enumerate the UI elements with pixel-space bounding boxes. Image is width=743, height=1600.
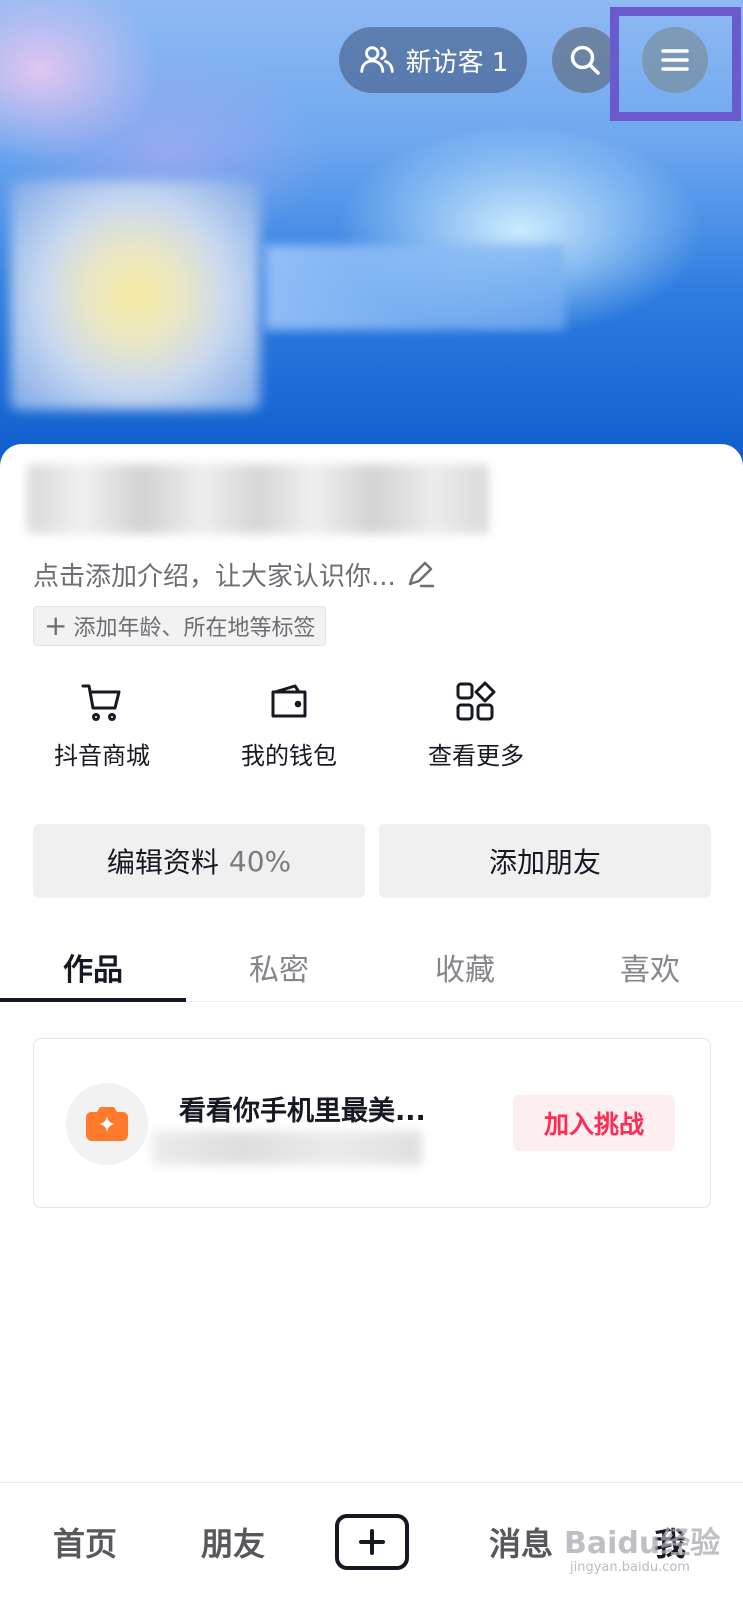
top-actions: 新访客 1 (0, 27, 743, 93)
people-icon (359, 46, 394, 73)
challenge-title: 看看你手机里最美... (179, 1096, 426, 1127)
challenge-icon-badge (66, 1083, 148, 1165)
shortcut-mall-label: 抖音商城 (54, 742, 150, 770)
shortcut-wallet[interactable]: 我的钱包 (234, 680, 344, 771)
profile-name-blurred (265, 245, 565, 330)
shortcut-wallet-label: 我的钱包 (241, 742, 337, 770)
tab-private-label: 私密 (249, 953, 309, 988)
tab-works[interactable]: 作品 (0, 932, 186, 1002)
create-plus-box (335, 1514, 409, 1570)
add-friends-label: 添加朋友 (488, 846, 601, 879)
hamburger-menu-icon (661, 49, 689, 71)
camera-sparkle-icon (86, 1107, 128, 1141)
shortcut-more[interactable]: 查看更多 (421, 680, 531, 771)
tab-likes-label: 喜欢 (620, 953, 680, 988)
nav-friends[interactable]: 朋友 (178, 1483, 288, 1600)
add-tags-chip[interactable]: + 添加年龄、所在地等标签 (33, 606, 327, 646)
add-tags-label: 添加年龄、所在地等标签 (73, 616, 316, 641)
plus-icon: + (44, 609, 68, 642)
join-challenge-button[interactable]: 加入挑战 (513, 1095, 675, 1151)
wallet-icon (271, 684, 307, 718)
avatar[interactable] (10, 180, 260, 410)
challenge-card[interactable]: 看看你手机里最美... 加入挑战 (33, 1038, 711, 1208)
tab-works-label: 作品 (63, 953, 123, 988)
shortcut-row: 抖音商城 我的钱包 查看更多 (0, 680, 743, 780)
bio-edit[interactable]: 点击添加介绍，让大家认识你... (33, 556, 438, 593)
tab-favorites-label: 收藏 (435, 953, 495, 988)
plus-icon (359, 1529, 385, 1555)
tab-favorites[interactable]: 收藏 (372, 932, 558, 1002)
tab-likes[interactable]: 喜欢 (557, 932, 743, 1002)
pencil-icon (408, 561, 435, 587)
profile-card: 点击添加介绍，让大家认识你... + 添加年龄、所在地等标签 抖音商城 我的钱包 (0, 444, 743, 1600)
bottom-nav: 首页 朋友 消息 我 (0, 1482, 743, 1600)
profile-cover: 新访客 1 (0, 0, 743, 470)
profile-action-row: 编辑资料 40% 添加朋友 (33, 824, 711, 898)
grid-more-icon (456, 681, 496, 721)
new-visitors-label: 新访客 1 (405, 47, 509, 78)
content-tabs: 作品 私密 收藏 喜欢 (0, 932, 743, 1002)
edit-profile-button[interactable]: 编辑资料 40% (33, 824, 365, 898)
add-friends-button[interactable]: 添加朋友 (379, 824, 711, 898)
cart-icon (81, 684, 121, 721)
nickname-blurred (27, 464, 489, 534)
challenge-subtitle-blurred (152, 1131, 422, 1165)
edit-profile-progress: 40% (228, 844, 292, 878)
tab-private[interactable]: 私密 (186, 932, 372, 1002)
shortcut-more-label: 查看更多 (428, 742, 524, 770)
nav-me[interactable]: 我 (620, 1483, 720, 1600)
search-icon (570, 45, 600, 75)
active-tab-indicator (0, 998, 186, 1002)
edit-profile-label: 编辑资料 (106, 846, 219, 879)
bio-placeholder: 点击添加介绍，让大家认识你... (33, 562, 396, 592)
search-button[interactable] (552, 27, 618, 93)
menu-button[interactable] (642, 27, 708, 93)
shortcut-mall[interactable]: 抖音商城 (47, 680, 157, 771)
new-visitors-button[interactable]: 新访客 1 (339, 27, 527, 93)
nav-create-button[interactable] (334, 1483, 410, 1600)
nav-messages[interactable]: 消息 (466, 1483, 576, 1600)
nav-home[interactable]: 首页 (30, 1483, 140, 1600)
